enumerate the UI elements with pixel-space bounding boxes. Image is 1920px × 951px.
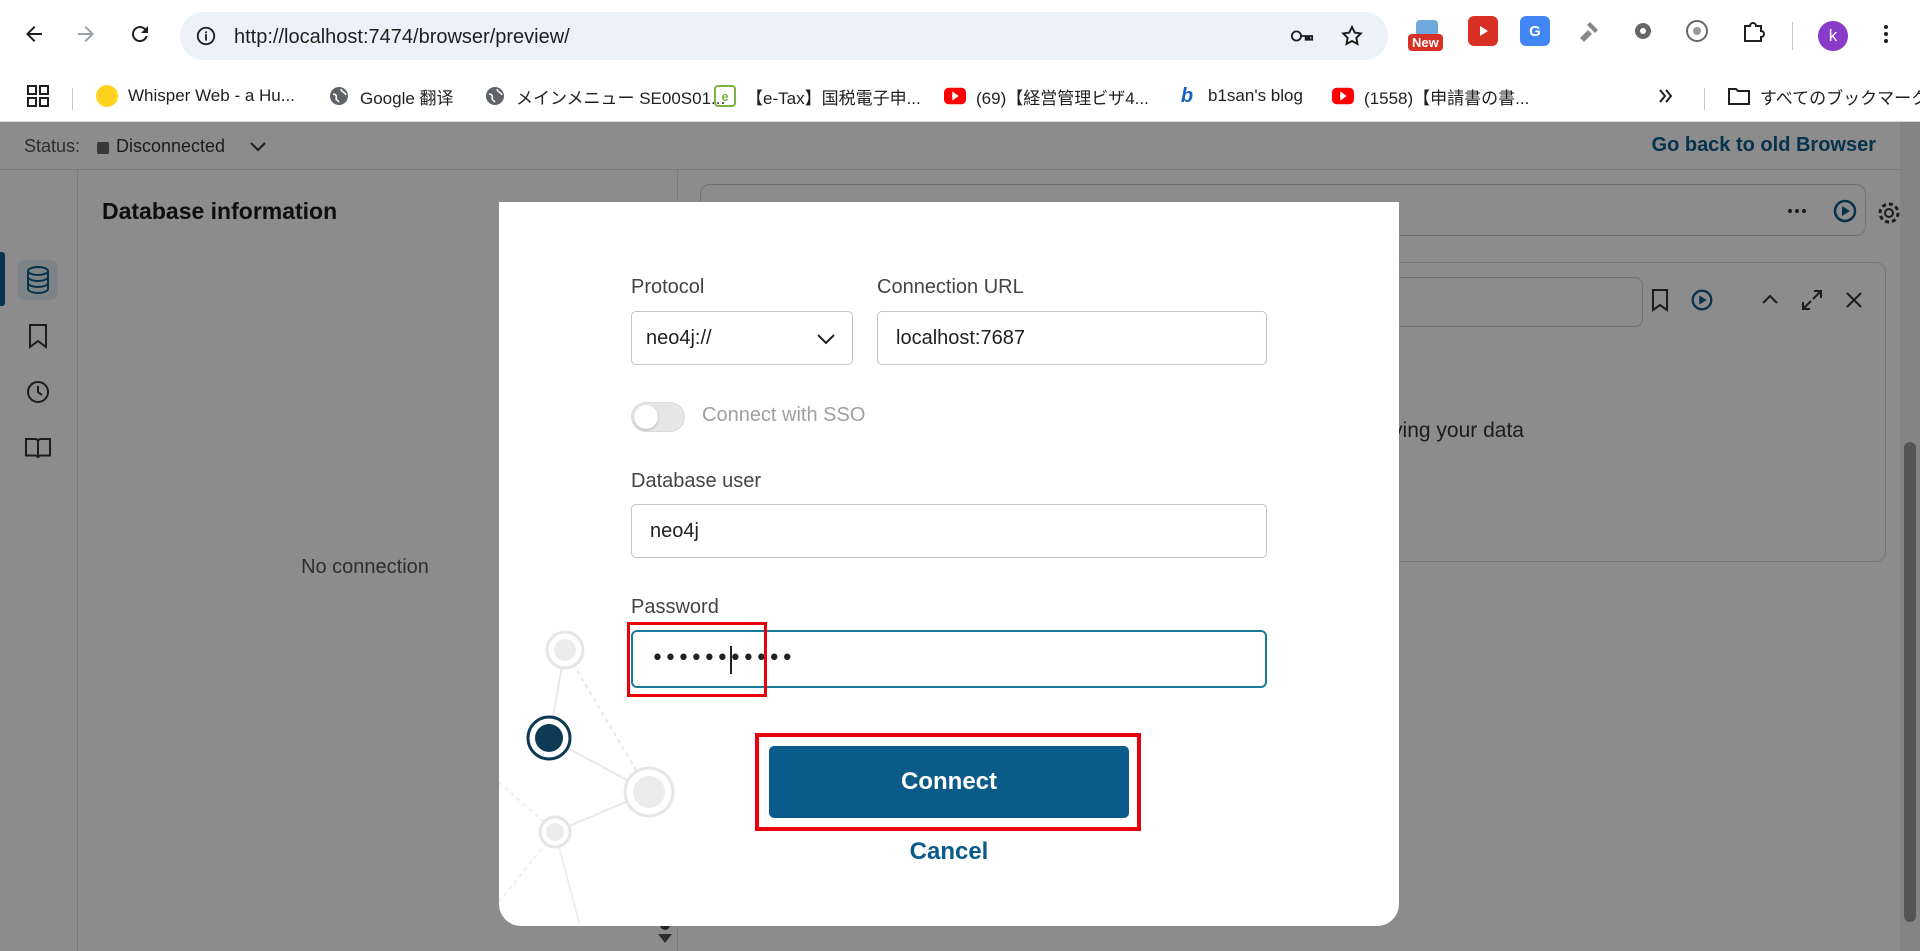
apps-grid-icon[interactable] (26, 80, 50, 112)
password-key-icon[interactable] (1290, 24, 1314, 48)
bookmarks-divider (72, 88, 73, 110)
sso-label: Connect with SSO (702, 404, 866, 426)
extensions-puzzle-icon[interactable] (1738, 16, 1768, 46)
neo4j-browser-app: Status: Disconnected Go back to old Brow… (0, 122, 1920, 951)
toggle-knob (634, 405, 658, 429)
extension-youtube-icon[interactable] (1468, 16, 1498, 46)
toolbar-divider (1792, 22, 1793, 50)
url-text[interactable]: http://localhost:7474/browser/preview/ (234, 26, 570, 49)
bookmark-item[interactable]: Google 翻译 (328, 80, 454, 112)
connect-highlight-box (755, 733, 1141, 831)
bookmark-item[interactable]: (69)【経営管理ビザ4... (944, 80, 1149, 112)
cancel-button[interactable]: Cancel (849, 832, 1049, 872)
arrow-right-icon (78, 26, 94, 42)
extension-new-icon[interactable]: New (1408, 16, 1443, 51)
chevron-down-icon (817, 334, 835, 345)
bookmarks-divider (1704, 88, 1705, 110)
site-info-icon[interactable] (194, 24, 218, 48)
globe-icon (484, 85, 506, 107)
bookmark-item[interactable]: b b1san's blog (1176, 80, 1303, 112)
extension-gear-icon[interactable] (1628, 16, 1658, 46)
bookmarks-bar: Whisper Web - a Hu... Google 翻译 メインメニュー … (0, 72, 1920, 122)
chrome-menu-button[interactable] (1866, 14, 1906, 54)
new-badge: New (1408, 34, 1443, 51)
translate-extension-icon[interactable]: G (1520, 16, 1550, 46)
browser-toolbar: http://localhost:7474/browser/preview/ N… (0, 0, 1920, 72)
database-user-field[interactable]: neo4j (631, 504, 1267, 558)
more-bookmarks-chevron-icon[interactable] (1656, 80, 1676, 112)
reload-button[interactable] (120, 14, 160, 54)
connection-url-field[interactable]: localhost:7687 (877, 311, 1267, 365)
reload-icon (131, 26, 148, 43)
back-button[interactable] (14, 14, 54, 54)
bookmark-item[interactable]: (1558)【申請書の書... (1332, 80, 1529, 112)
password-highlight-box (627, 622, 767, 697)
folder-icon (1728, 85, 1750, 107)
sso-toggle[interactable] (631, 402, 685, 432)
bookmark-item[interactable]: e 【e-Tax】国税電子申... (714, 80, 921, 112)
more-vertical-icon (1884, 25, 1888, 43)
connection-url-label: Connection URL (877, 276, 1024, 298)
bookmark-star-icon[interactable] (1340, 24, 1364, 48)
connect-dialog: Protocol neo4j:// Connection URL localho… (499, 202, 1399, 926)
etax-icon: e (714, 85, 736, 107)
youtube-icon (1332, 85, 1354, 107)
extension-ai-icon[interactable] (1682, 16, 1712, 46)
bookmark-item[interactable]: メインメニュー SE00S01... (484, 80, 725, 112)
password-label: Password (631, 596, 719, 618)
all-bookmarks-folder[interactable]: すべてのブックマーク (1728, 80, 1920, 112)
b-logo-icon: b (1180, 84, 1194, 107)
protocol-label: Protocol (631, 276, 705, 298)
youtube-icon (944, 85, 966, 107)
bookmark-item[interactable]: Whisper Web - a Hu... (96, 80, 295, 112)
address-bar[interactable]: http://localhost:7474/browser/preview/ (180, 12, 1388, 60)
database-user-label: Database user (631, 470, 762, 492)
protocol-value: neo4j:// (646, 327, 712, 349)
forward-button[interactable] (66, 14, 106, 54)
arrow-left-icon (26, 26, 42, 42)
hugging-face-icon (96, 85, 118, 107)
extension-tool-icon[interactable] (1574, 16, 1604, 46)
globe-icon (328, 85, 350, 107)
protocol-select[interactable]: neo4j:// (631, 311, 853, 365)
profile-avatar[interactable]: k (1818, 21, 1848, 51)
